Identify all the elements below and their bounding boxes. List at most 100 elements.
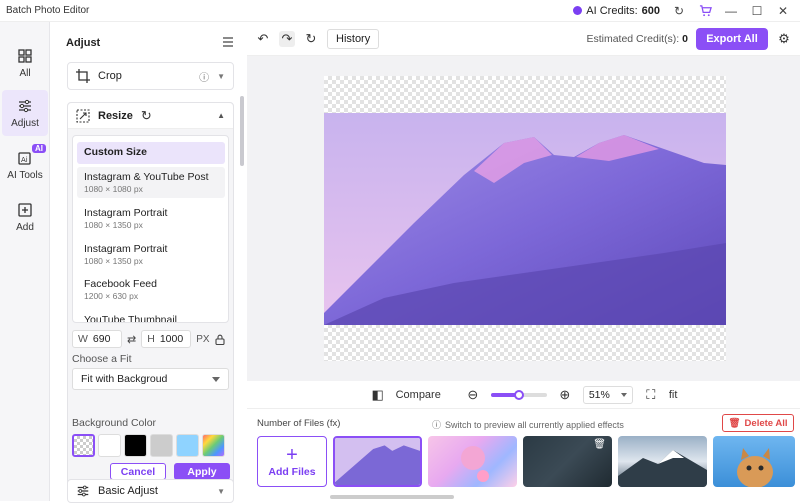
- preset-item[interactable]: Instagram & YouTube Post 1080 × 1080 px: [77, 167, 225, 198]
- files-hint-text: Switch to preview all currently applied …: [445, 419, 624, 430]
- rail-item-adjust[interactable]: Adjust: [2, 90, 48, 136]
- fit-label[interactable]: fit: [669, 389, 678, 401]
- info-icon[interactable]: ⓘ: [199, 69, 209, 84]
- fit-label: Choose a Fit: [72, 353, 132, 365]
- trash-icon[interactable]: 🗑: [593, 439, 606, 450]
- export-all-button[interactable]: Export All: [696, 27, 768, 50]
- add-files-button[interactable]: + Add Files: [257, 436, 327, 487]
- redo-icon[interactable]: ↷: [279, 30, 295, 47]
- credits-coin-icon: [573, 6, 583, 15]
- swatch-gray[interactable]: [150, 434, 173, 457]
- rail-label-adjust: Adjust: [11, 117, 39, 129]
- thumbnail-cat[interactable]: [713, 436, 795, 487]
- lock-icon[interactable]: [215, 334, 225, 345]
- sliders-icon: [19, 99, 31, 112]
- reset-icon[interactable]: ↻: [303, 31, 319, 47]
- width-input[interactable]: W 690: [72, 330, 122, 348]
- apply-button[interactable]: Apply: [174, 463, 230, 480]
- zoom-select[interactable]: 51%: [582, 385, 633, 404]
- thumbnail-dark[interactable]: 🗑: [523, 436, 612, 487]
- preset-item[interactable]: Facebook Feed 1200 × 630 px: [77, 274, 225, 305]
- trash-icon: 🗑: [728, 417, 741, 429]
- preset-item[interactable]: YouTube Thumbnail: [77, 310, 225, 322]
- cart-icon[interactable]: [698, 4, 712, 18]
- zoom-out-icon[interactable]: ⊖: [465, 387, 481, 403]
- info-icon: ⓘ: [432, 420, 442, 430]
- grid-icon: [18, 48, 32, 63]
- files-scrollbar[interactable]: [330, 495, 454, 499]
- credits-value: 600: [641, 4, 660, 17]
- crop-icon: [76, 69, 90, 83]
- add-files-label: Add Files: [268, 465, 316, 478]
- ai-badge: AI: [32, 144, 46, 153]
- preset-list: Custom Size Instagram & YouTube Post 108…: [72, 135, 229, 323]
- thumbnail-abstract[interactable]: [428, 436, 517, 487]
- cancel-button[interactable]: Cancel: [110, 463, 166, 480]
- swap-icon[interactable]: ⇄: [127, 333, 136, 346]
- swatch-custom-gradient[interactable]: [202, 434, 225, 457]
- preset-item[interactable]: Instagram Portrait 1080 × 1350 px: [77, 203, 225, 234]
- rail-item-add[interactable]: Add: [0, 194, 50, 240]
- thumbnail-mountain[interactable]: [333, 436, 422, 487]
- panel-menu-icon[interactable]: [222, 37, 234, 47]
- delete-all-label: Delete All: [744, 417, 788, 429]
- chevron-down-icon[interactable]: ▼: [217, 72, 225, 81]
- height-value: 1000: [159, 333, 184, 345]
- resize-header[interactable]: Resize ↻ ▲: [68, 103, 233, 129]
- canvas-toolbar: ↶ ↷ ↻ History Estimated Credit(s): 0 Exp…: [247, 22, 800, 56]
- swatch-black[interactable]: [124, 434, 147, 457]
- preset-name: Instagram & YouTube Post: [84, 171, 209, 183]
- preset-item[interactable]: Instagram Portrait 1080 × 1350 px: [77, 239, 225, 270]
- swatch-transparent[interactable]: [72, 434, 95, 457]
- rail-item-all[interactable]: All: [0, 40, 50, 86]
- app-title: Batch Photo Editor: [6, 5, 90, 16]
- height-input[interactable]: H 1000: [141, 330, 192, 348]
- zoom-bar: ◧ Compare ⊖ ⊕ 51% ⛶ fit: [247, 381, 800, 409]
- compare-label[interactable]: Compare: [396, 389, 441, 401]
- rail-item-ai-tools[interactable]: AI Ai AI Tools: [0, 142, 50, 188]
- crop-row[interactable]: Crop ⓘ ▼: [67, 62, 234, 90]
- panel-title: Adjust: [66, 37, 101, 49]
- undo-icon[interactable]: ↶: [255, 31, 271, 47]
- compare-icon[interactable]: ◧: [370, 387, 386, 403]
- left-rail: All Adjust AI Ai AI Tools Add: [0, 22, 50, 501]
- mountain-photo: [324, 113, 726, 325]
- caret-icon: [620, 392, 627, 397]
- preset-name: Facebook Feed: [84, 278, 157, 290]
- settings-icon[interactable]: ⚙: [776, 31, 792, 47]
- close-icon[interactable]: ✕: [776, 4, 790, 18]
- fit-value: Fit with Backgroud: [81, 373, 168, 385]
- fit-icon[interactable]: ⛶: [643, 387, 659, 403]
- reset-icon[interactable]: ↻: [141, 108, 152, 124]
- maximize-icon[interactable]: ☐: [750, 4, 764, 18]
- files-hint: ⓘ Switch to preview all currently applie…: [432, 418, 624, 431]
- chevron-up-icon[interactable]: ▲: [217, 111, 225, 120]
- zoom-in-icon[interactable]: ⊕: [557, 387, 573, 403]
- swatch-light-blue[interactable]: [176, 434, 199, 457]
- zoom-slider[interactable]: [490, 389, 547, 400]
- ai-tools-icon: Ai: [18, 151, 31, 165]
- ai-credits: AI Credits: 600: [573, 5, 660, 17]
- fit-select[interactable]: Fit with Backgroud: [72, 368, 229, 390]
- preset-custom-size[interactable]: Custom Size: [77, 142, 225, 164]
- caret-icon: [212, 376, 220, 382]
- zoom-slider-knob[interactable]: [514, 389, 525, 400]
- preset-dim: 1080 × 1350 px: [84, 220, 143, 230]
- history-button[interactable]: History: [327, 28, 380, 49]
- adjust-panel: Adjust Crop ⓘ ▼ Resize ↻ ▲ Custom Size I…: [58, 22, 246, 503]
- preset-name: Instagram Portrait: [84, 207, 168, 219]
- basic-adjust-row[interactable]: Basic Adjust ▼: [67, 479, 234, 503]
- refresh-icon[interactable]: ↻: [672, 4, 686, 18]
- plus-icon: +: [286, 443, 298, 466]
- preset-dim: 1080 × 1080 px: [84, 184, 143, 194]
- minimize-icon[interactable]: —: [724, 4, 738, 18]
- swatch-white[interactable]: [98, 434, 121, 457]
- thumbnail-snowy-mountain[interactable]: [618, 436, 707, 487]
- panel-scrollbar[interactable]: [240, 96, 244, 166]
- preset-name: Instagram Portrait: [84, 243, 168, 255]
- est-label: Estimated Credit(s):: [586, 32, 680, 45]
- delete-all-button[interactable]: 🗑 Delete All: [722, 414, 794, 432]
- chevron-down-icon[interactable]: ▼: [217, 487, 225, 496]
- bg-color-label: Background Color: [72, 417, 157, 429]
- artboard[interactable]: [324, 76, 726, 361]
